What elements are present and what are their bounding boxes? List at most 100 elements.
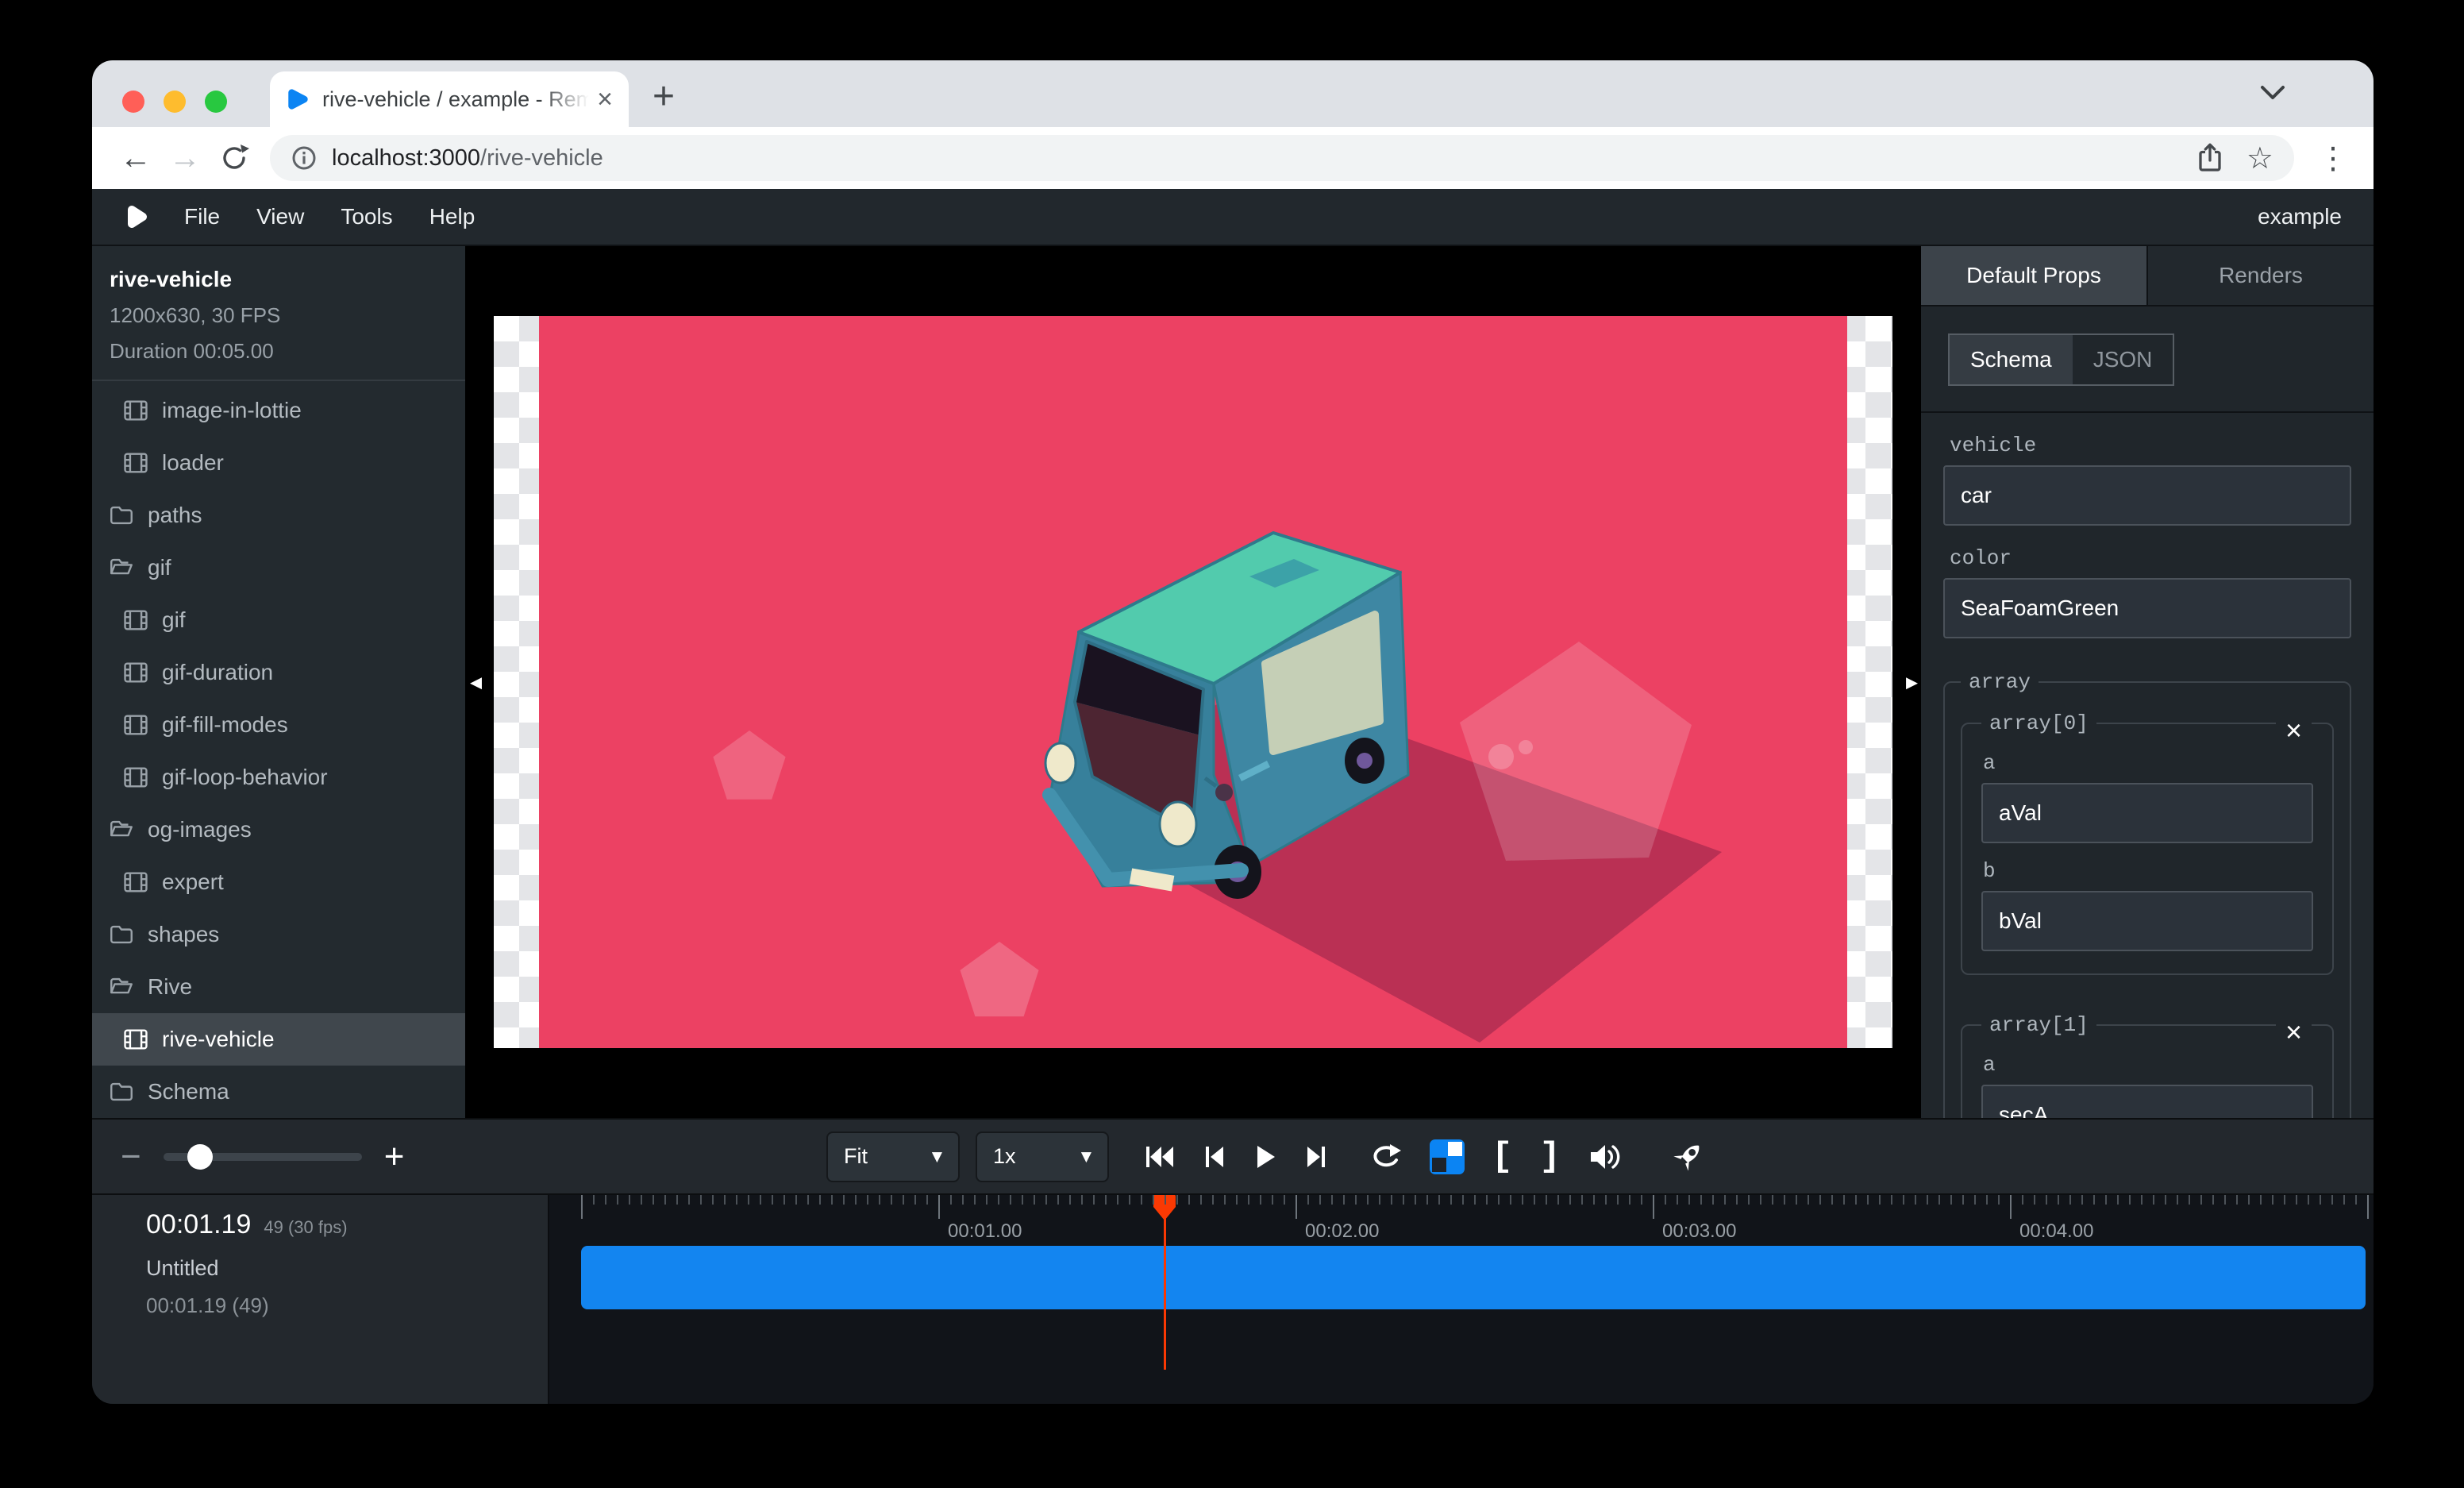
browser-tab[interactable]: rive-vehicle / example - Remoti × (270, 71, 629, 127)
new-tab-button[interactable]: + (653, 75, 675, 118)
schema-json-toggle: Schema JSON (1948, 333, 2174, 386)
ruler-tick (2141, 1195, 2143, 1205)
sidebar-item-rive-vehicle[interactable]: rive-vehicle (92, 1013, 465, 1066)
sidebar-item-label: shapes (148, 922, 219, 947)
menu-view[interactable]: View (256, 204, 304, 229)
jump-to-start-icon[interactable] (1144, 1143, 1176, 1170)
render-rocket-icon[interactable] (1670, 1139, 1705, 1174)
zoom-window-button[interactable] (205, 91, 227, 113)
ruler-tick (2105, 1195, 2107, 1205)
ruler-tick (1569, 1195, 1571, 1205)
sidebar-item-gif-duration[interactable]: gif-duration (92, 646, 465, 699)
remotion-favicon-icon (286, 87, 310, 111)
film-icon (122, 764, 149, 791)
ruler-tick (1343, 1195, 1345, 1205)
previous-frame-icon[interactable] (1203, 1143, 1226, 1170)
speed-select-value: 1x (993, 1144, 1016, 1169)
ruler-tick (1153, 1195, 1154, 1205)
ruler-tick (1057, 1195, 1059, 1205)
tab-default-props[interactable]: Default Props (1921, 246, 2146, 305)
zoom-in-icon[interactable]: + (384, 1137, 405, 1177)
ruler-tick (688, 1195, 690, 1205)
sidebar-item-expert[interactable]: expert (92, 856, 465, 908)
tab-renders[interactable]: Renders (2146, 246, 2374, 305)
ruler-tick (2010, 1195, 2012, 1219)
collapse-left-panel-icon[interactable]: ◂ (470, 669, 482, 696)
sidebar-item-label: gif-duration (162, 660, 273, 685)
film-icon (122, 397, 149, 424)
sidebar-item-gif-loop-behavior[interactable]: gif-loop-behavior (92, 751, 465, 804)
collapse-right-panel-icon[interactable]: ▸ (1906, 669, 1918, 696)
menu-file[interactable]: File (184, 204, 220, 229)
sidebar-folder-gif[interactable]: gif (92, 542, 465, 594)
vehicle-input[interactable] (1943, 465, 2351, 526)
menu-help[interactable]: Help (429, 204, 475, 229)
out-point-icon[interactable]: ] (1539, 1137, 1560, 1177)
ruler-tick (700, 1195, 702, 1205)
zoom-slider-thumb[interactable] (187, 1144, 213, 1170)
ruler-tick (593, 1195, 595, 1205)
ruler-tick (1986, 1195, 1988, 1205)
canvas-size-select[interactable]: Fit ▼ (826, 1131, 960, 1182)
remotion-logo-icon[interactable] (127, 204, 148, 229)
remove-array-item-icon[interactable]: × (2276, 1018, 2312, 1047)
site-info-icon[interactable] (291, 145, 318, 172)
film-icon (122, 869, 149, 896)
close-window-button[interactable] (122, 91, 144, 113)
zoom-slider[interactable] (164, 1153, 362, 1161)
reload-icon[interactable] (210, 142, 259, 174)
playback-bar: − + Fit ▼ 1x ▼ (92, 1118, 2374, 1195)
url-text[interactable]: localhost:3000/rive-vehicle (332, 145, 2173, 172)
ruler-tick (867, 1195, 868, 1205)
sidebar-item-gif-fill-modes[interactable]: gif-fill-modes (92, 699, 465, 751)
color-input[interactable] (1943, 578, 2351, 638)
ruler-tick (1581, 1195, 1583, 1205)
zoom-out-icon[interactable]: − (121, 1137, 141, 1177)
remove-array-item-icon[interactable]: × (2276, 716, 2312, 745)
ruler-tick (1700, 1195, 1702, 1205)
folder-open-icon (108, 973, 135, 1000)
chevron-down-icon[interactable] (2259, 84, 2286, 102)
sidebar-item-gif[interactable]: gif (92, 594, 465, 646)
toggle-schema[interactable]: Schema (1950, 335, 2073, 384)
menu-tools[interactable]: Tools (341, 204, 392, 229)
ruler-tick (2058, 1195, 2059, 1205)
ruler-tick (1331, 1195, 1333, 1205)
back-icon[interactable]: ← (111, 141, 160, 176)
sidebar-folder-shapes[interactable]: shapes (92, 908, 465, 961)
composition-canvas[interactable] (494, 316, 1892, 1048)
sidebar-folder-schema[interactable]: Schema (92, 1066, 465, 1118)
toggle-json[interactable]: JSON (2073, 335, 2173, 384)
sidebar-item-image-in-lottie[interactable]: image-in-lottie (92, 384, 465, 437)
play-icon[interactable] (1253, 1143, 1277, 1170)
share-icon[interactable] (2196, 142, 2224, 174)
array-0-b-input[interactable] (1981, 891, 2313, 951)
browser-toolbar: ← → localhost:3000/rive-vehicle ☆ ⋮ (92, 127, 2374, 189)
loop-icon[interactable] (1366, 1141, 1403, 1173)
ruler-tick (1474, 1195, 1476, 1205)
track-name[interactable]: Untitled (146, 1256, 548, 1281)
minimize-window-button[interactable] (164, 91, 186, 113)
playback-speed-select[interactable]: 1x ▼ (976, 1131, 1109, 1182)
in-point-icon[interactable]: [ (1492, 1137, 1512, 1177)
sidebar-folder-og-images[interactable]: og-images (92, 804, 465, 856)
timeline-ruler[interactable]: 00:01.00 00:02.00 00:03.00 00:04.00 (549, 1195, 2374, 1404)
bookmark-star-icon[interactable]: ☆ (2246, 141, 2273, 175)
address-bar[interactable]: localhost:3000/rive-vehicle ☆ (270, 135, 2294, 181)
array-1-a-input[interactable] (1981, 1085, 2313, 1118)
ruler-tick (676, 1195, 678, 1205)
url-path: /rive-vehicle (480, 145, 603, 171)
timeline-track[interactable] (581, 1246, 2366, 1309)
field-label-b: b (1983, 859, 2313, 883)
jump-to-end-icon[interactable] (1304, 1143, 1328, 1170)
array-0-a-input[interactable] (1981, 783, 2313, 843)
browser-menu-icon[interactable]: ⋮ (2313, 141, 2353, 175)
sidebar-folder-rive[interactable]: Rive (92, 961, 465, 1013)
tab-close-icon[interactable]: × (597, 86, 613, 113)
sidebar-folder-paths[interactable]: paths (92, 489, 465, 542)
array-item-1: array[1] × a b (1961, 1013, 2334, 1118)
sidebar-item-loader[interactable]: loader (92, 437, 465, 489)
volume-icon[interactable] (1588, 1141, 1624, 1173)
transparency-checkerboard-icon[interactable] (1430, 1139, 1465, 1174)
ruler-tick (1391, 1195, 1392, 1205)
